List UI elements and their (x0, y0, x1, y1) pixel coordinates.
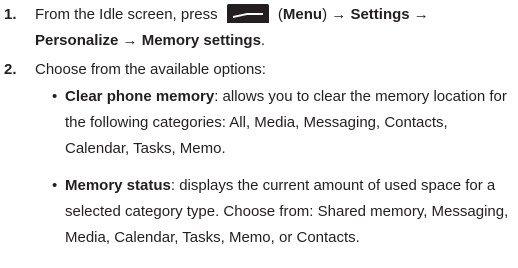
path-memory-settings: Memory settings (141, 32, 261, 49)
path-personalize: Personalize (35, 32, 119, 49)
step-text: From the Idle screen, press (Menu) → Set… (35, 2, 514, 54)
step-number: 2. (4, 61, 17, 78)
step-number: 1. (4, 6, 17, 23)
bullet: • (52, 177, 58, 194)
step-end: . (260, 32, 266, 49)
option-title: Clear phone memory (65, 88, 215, 105)
arrow: → (122, 32, 138, 49)
arrow: → (331, 6, 347, 23)
option-text: Clear phone memory: allows you to clear … (65, 84, 514, 162)
menu-word: Menu (282, 6, 323, 23)
arrow: → (413, 6, 429, 23)
step-2: 2. Choose from the available options: (4, 57, 514, 83)
option-clear-phone-memory: • Clear phone memory: allows you to clea… (52, 84, 514, 162)
path-settings: Settings (350, 6, 410, 23)
step-1: 1. From the Idle screen, press (Menu) → … (4, 2, 514, 54)
option-title: Memory status (65, 177, 171, 194)
step-intro: From the Idle screen, press (35, 6, 218, 23)
option-memory-status: • Memory status: displays the current am… (52, 173, 514, 251)
menu-key-icon (225, 1, 271, 26)
option-text: Memory status: displays the current amou… (65, 173, 514, 251)
bullet: • (52, 88, 58, 105)
step-text: Choose from the available options: (35, 61, 266, 78)
menu-label: (Menu) (277, 6, 328, 23)
